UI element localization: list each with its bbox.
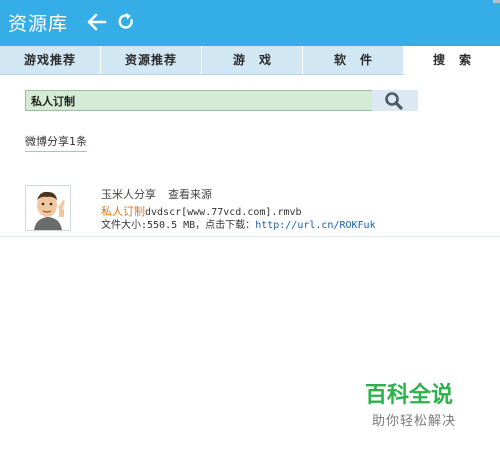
magnifier-icon [385,92,403,110]
svg-text:百科全说: 百科全说 [365,382,453,408]
tab-game-recommend[interactable]: 游戏推荐 [0,46,101,74]
result-info: 文件大小:550.5 MB，点击下载：http://url.cn/ROKFuk [101,216,376,231]
tab-bar: 游戏推荐 资源推荐 游戏 软件 搜索 [0,46,500,75]
search-button[interactable] [372,90,418,111]
arrow-left-icon [87,13,107,31]
results-summary[interactable]: 微博分享1条 [25,133,87,152]
baike-logo: 百科全说 [365,382,453,408]
result-author[interactable]: 玉米人分享 [101,188,156,201]
watermark-caption: 助你轻松解决 [372,414,457,429]
avatar-cartoon-icon [26,186,70,230]
refresh-icon [118,13,133,29]
tab-resource-recommend[interactable]: 资源推荐 [101,46,202,74]
download-link[interactable]: http://url.cn/ROKFuk [255,220,375,231]
search-input[interactable] [25,90,374,111]
window-corner-mark [493,0,500,3]
tab-games[interactable]: 游戏 [202,46,303,74]
app-title: 资源库 [8,13,69,35]
avatar[interactable] [25,185,71,231]
title-bar: 资源库 [0,0,500,46]
refresh-button[interactable] [116,11,136,33]
result-meta: 玉米人分享 查看来源 [101,186,212,202]
view-source-link[interactable]: 查看来源 [168,188,212,201]
result-info-text: 文件大小:550.5 MB，点击下载： [101,220,256,231]
tab-software[interactable]: 软件 [303,46,404,74]
result-item: 玉米人分享 查看来源 私人订制dvdscr[www.77vcd.com].rmvb… [0,178,500,237]
tab-search[interactable]: 搜索 [404,46,500,75]
back-button[interactable] [86,11,108,33]
